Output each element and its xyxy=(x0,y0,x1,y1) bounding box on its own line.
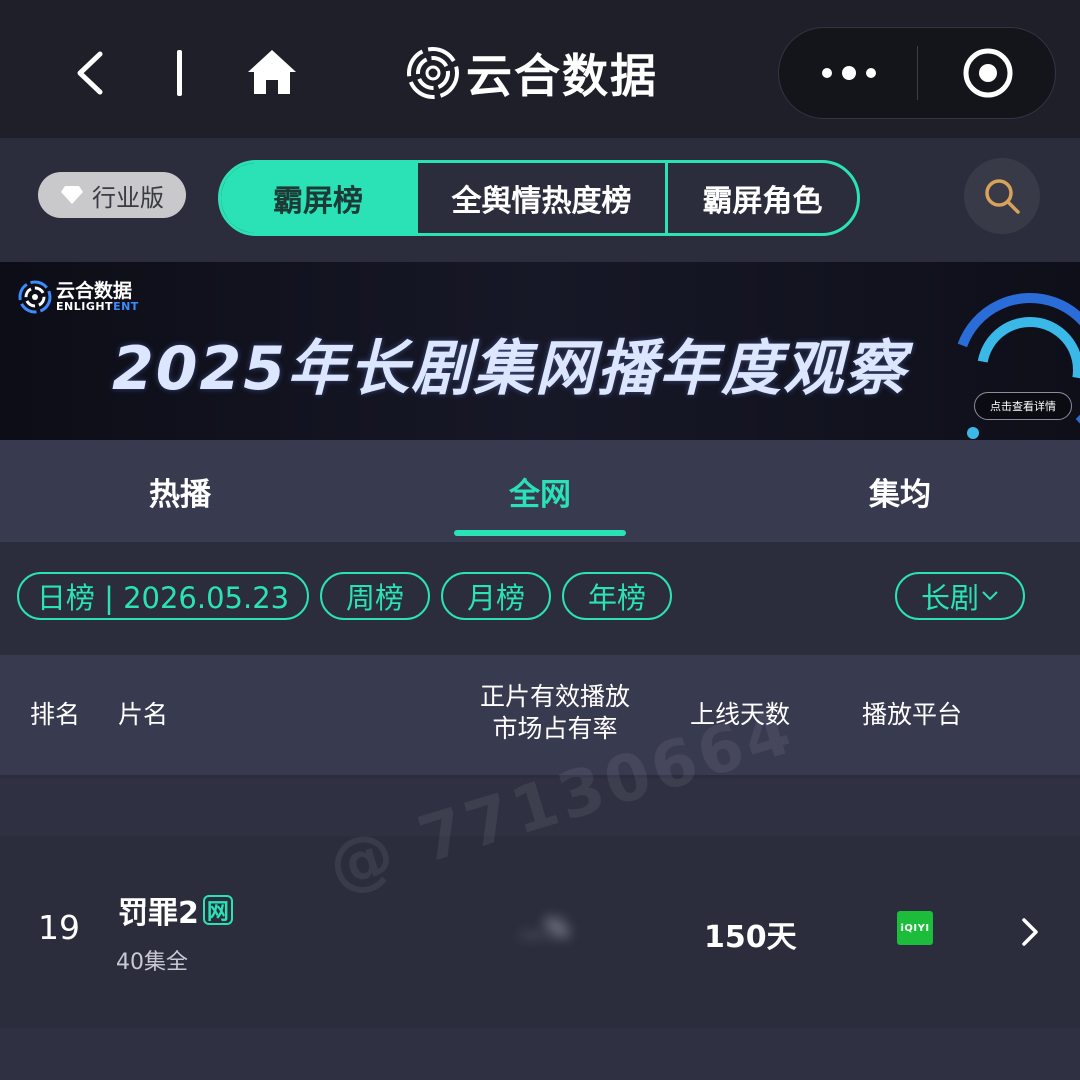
banner-brand-en: ENLIGHTENT xyxy=(56,300,139,313)
search-icon xyxy=(985,179,1020,214)
yunhe-logo-icon xyxy=(18,280,52,314)
capsule-divider xyxy=(917,46,918,100)
app-title-group: 云合数据 xyxy=(406,40,658,106)
header-platform: 播放平台 xyxy=(862,700,963,729)
tab-re-bo[interactable]: 热播 xyxy=(0,440,360,542)
ranking-segment-control: 霸屏榜 全舆情热度榜 霸屏角色 xyxy=(218,160,860,236)
chevron-down-icon xyxy=(982,591,998,601)
row-title-group: 罚罪2 网 xyxy=(118,888,233,932)
back-icon[interactable] xyxy=(70,48,110,98)
row-market-share: ...% xyxy=(520,914,570,944)
net-drama-tag: 网 xyxy=(202,895,233,925)
edition-label: 行业版 xyxy=(92,183,164,212)
tab-ji-jun[interactable]: 集均 xyxy=(720,440,1080,542)
row-title: 罚罪2 xyxy=(118,896,199,931)
header-market-share: 正片有效播放 市场占有率 xyxy=(479,682,630,743)
close-circle-icon[interactable] xyxy=(962,47,1014,99)
top-nav-bar: 云合数据 xyxy=(0,0,1080,138)
nav-divider xyxy=(177,50,182,96)
chip-monthly[interactable]: 月榜 xyxy=(441,572,551,620)
chip-yearly[interactable]: 年榜 xyxy=(562,572,672,620)
promo-banner[interactable]: 云合数据 ENLIGHTENT 2025年长剧集网播年度观察 xyxy=(0,262,1080,440)
app-title: 云合数据 xyxy=(466,49,658,103)
tab-bar: 热播 全网 集均 xyxy=(0,440,1080,542)
row-rank: 19 xyxy=(38,908,80,947)
table-header: 排名 片名 正片有效播放 市场占有率 上线天数 播放平台 xyxy=(0,655,1080,775)
category-dropdown[interactable]: 长剧 xyxy=(895,572,1025,620)
chip-weekly[interactable]: 周榜 xyxy=(320,572,430,620)
header-title: 片名 xyxy=(118,700,169,729)
category-dropdown-label: 长剧 xyxy=(920,581,979,615)
row-episodes: 40集全 xyxy=(116,950,188,975)
gem-icon xyxy=(61,186,83,204)
yunhe-logo-icon xyxy=(407,47,459,99)
home-icon[interactable] xyxy=(244,46,300,98)
chip-daily[interactable]: 日榜 | 2026.05.23 xyxy=(17,572,309,620)
active-tab-indicator xyxy=(454,530,626,536)
banner-brand-cn: 云合数据 xyxy=(56,280,133,302)
banner-title: 2025年长剧集网播年度观察 xyxy=(112,334,907,404)
segment-quan-yu-qing[interactable]: 全舆情热度榜 xyxy=(415,163,665,233)
tab-quan-wang[interactable]: 全网 xyxy=(360,440,720,542)
mini-program-capsule xyxy=(778,27,1056,119)
row-days-online: 150天 xyxy=(704,920,797,955)
next-row-peek xyxy=(0,1028,1080,1080)
search-button[interactable] xyxy=(964,158,1040,234)
segment-ba-ping-jue-se[interactable]: 霸屏角色 xyxy=(665,163,857,233)
header-rank: 排名 xyxy=(30,700,81,729)
banner-detail-button[interactable]: 点击查看详情 xyxy=(974,392,1072,420)
edition-badge[interactable]: 行业版 xyxy=(38,172,186,218)
iqiyi-logo-icon: iQIYI xyxy=(897,911,933,945)
chevron-right-icon[interactable] xyxy=(1020,916,1040,948)
segment-ba-ping-bang[interactable]: 霸屏榜 xyxy=(221,163,415,233)
more-icon[interactable] xyxy=(819,62,879,84)
banner-brand-logo: 云合数据 ENLIGHTENT xyxy=(18,280,139,314)
